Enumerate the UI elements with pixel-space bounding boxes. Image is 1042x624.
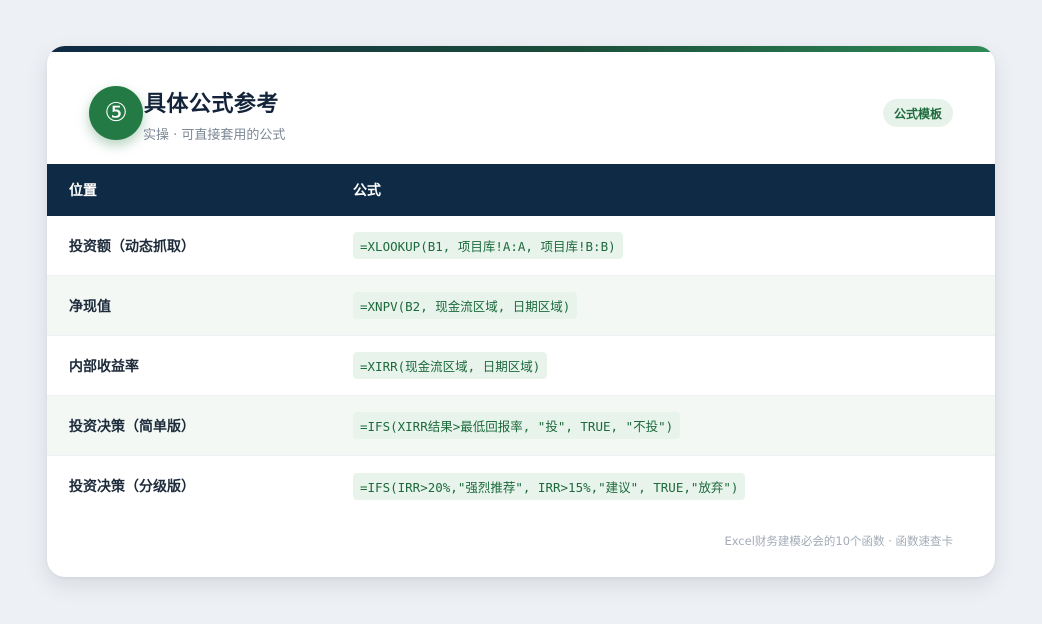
category-tag: 公式模板 xyxy=(882,99,953,127)
row-position: 投资额（动态抓取） xyxy=(69,238,195,255)
row-formula: =XLOOKUP(B1, 项目库!A:A, 项目库!B:B) xyxy=(353,232,623,259)
table-header: 位置 公式 xyxy=(47,164,995,216)
row-position: 净现值 xyxy=(69,298,111,315)
row-formula: =XNPV(B2, 现金流区域, 日期区域) xyxy=(353,292,578,319)
table-row: 投资决策（简单版） =IFS(XIRR结果>最低回报率, "投", TRUE, … xyxy=(47,396,995,456)
table-row: 投资决策（分级版） =IFS(IRR>20%,"强烈推荐", IRR>15%,"… xyxy=(47,456,995,516)
footer-caption: Excel财务建模必会的10个函数 · 函数速查卡 xyxy=(724,534,953,548)
table-row: 净现值 =XNPV(B2, 现金流区域, 日期区域) xyxy=(47,276,995,336)
step-number-badge: ⑤ xyxy=(89,86,143,140)
row-formula: =XIRR(现金流区域, 日期区域) xyxy=(353,352,548,379)
row-formula: =IFS(IRR>20%,"强烈推荐", IRR>15%,"建议", TRUE,… xyxy=(353,472,746,500)
table-row: 投资额（动态抓取） =XLOOKUP(B1, 项目库!A:A, 项目库!B:B) xyxy=(47,216,995,276)
formula-table: 位置 公式 投资额（动态抓取） =XLOOKUP(B1, 项目库!A:A, 项目… xyxy=(47,164,995,516)
row-position: 内部收益率 xyxy=(69,358,139,375)
row-formula: =IFS(XIRR结果>最低回报率, "投", TRUE, "不投") xyxy=(353,412,681,439)
column-header-position: 位置 xyxy=(69,183,97,199)
card-subtitle: 实操 · 可直接套用的公式 xyxy=(143,128,286,143)
row-position: 投资决策（分级版） xyxy=(69,479,195,495)
column-header-formula: 公式 xyxy=(353,183,381,199)
accent-bar xyxy=(47,46,995,52)
formula-card: ⑤ 具体公式参考 实操 · 可直接套用的公式 公式模板 位置 公式 投资额（动态… xyxy=(47,46,995,577)
table-row: 内部收益率 =XIRR(现金流区域, 日期区域) xyxy=(47,336,995,396)
card-title: 具体公式参考 xyxy=(144,92,280,117)
row-position: 投资决策（简单版） xyxy=(69,418,195,435)
